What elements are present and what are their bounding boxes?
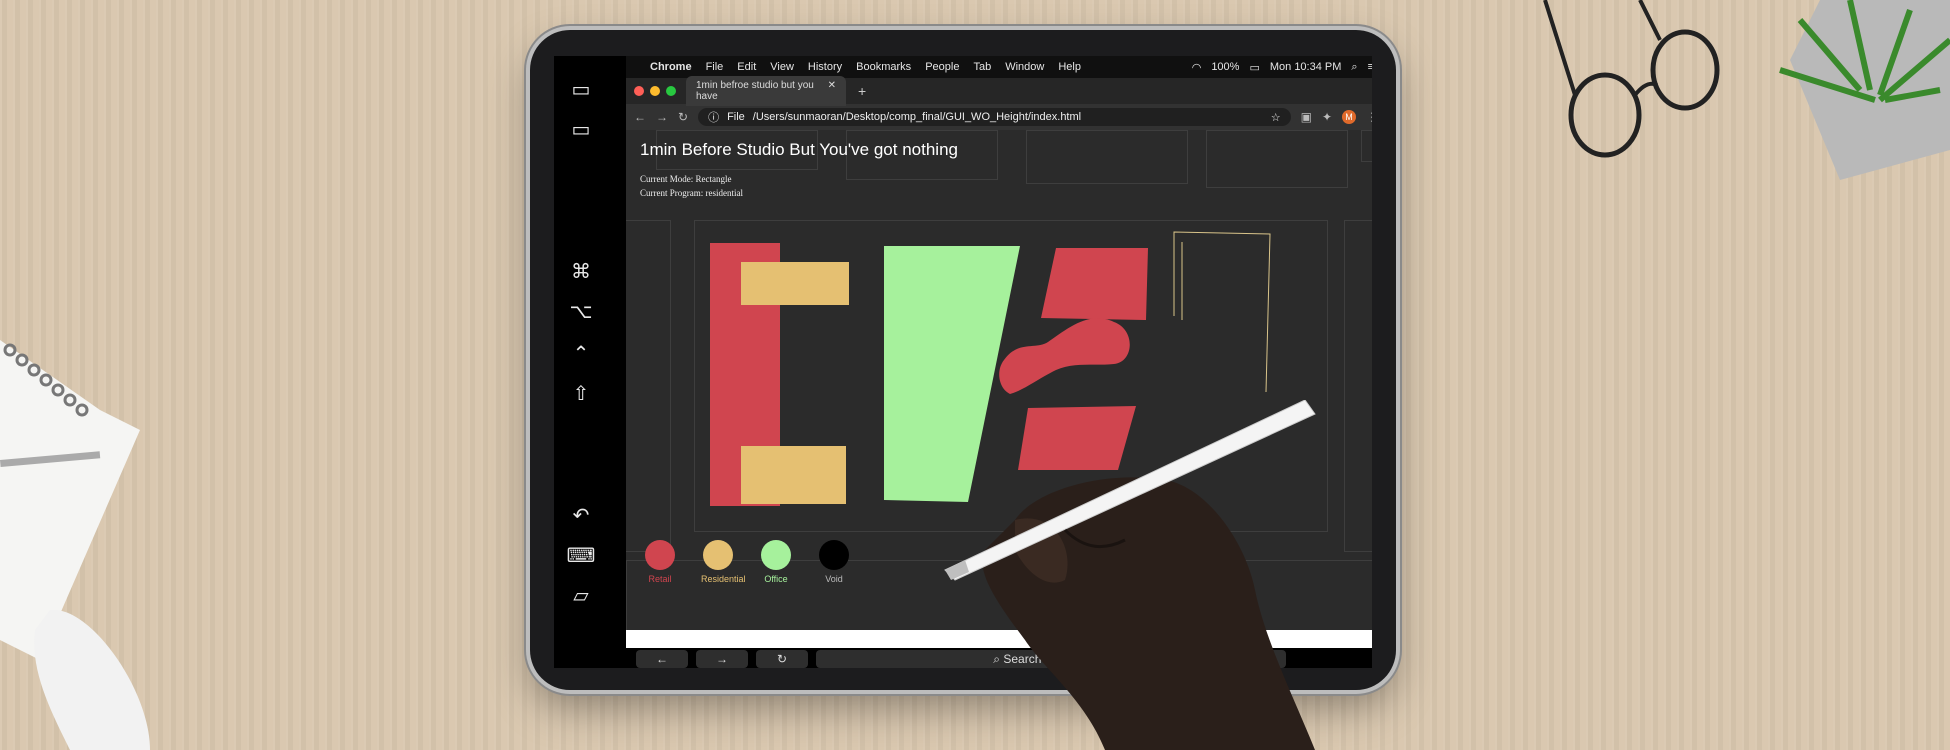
menu-people[interactable]: People — [925, 61, 959, 73]
profile-avatar[interactable]: M — [1342, 110, 1356, 124]
program-swatch-office[interactable]: Office — [759, 540, 793, 584]
residential-rectangle — [741, 262, 849, 305]
maximize-window-button[interactable] — [666, 86, 676, 96]
info-icon[interactable]: ⓘ — [708, 109, 719, 125]
undo-icon[interactable]: ↶ — [566, 500, 596, 530]
bottom-forward-button[interactable]: → — [696, 650, 748, 668]
menu-bookmarks[interactable]: Bookmarks — [856, 61, 911, 73]
window-controls — [634, 86, 676, 96]
reload-icon[interactable]: ↻ — [678, 110, 688, 124]
battery-icon[interactable]: ▭ — [1249, 61, 1259, 74]
browser-tab[interactable]: 1min befroe studio but you have ✕ — [686, 76, 846, 106]
residential-color-icon — [703, 540, 733, 570]
url-scheme: File — [727, 111, 745, 123]
extension-icon[interactable]: ▣ — [1301, 110, 1312, 124]
wifi-icon[interactable]: ◠ — [1192, 61, 1202, 74]
menu-help[interactable]: Help — [1058, 61, 1081, 73]
url-text: /Users/sunmaoran/Desktop/comp_final/GUI_… — [752, 111, 1082, 123]
swatch-label: Void — [825, 574, 843, 584]
swatch-label: Residential — [701, 574, 746, 584]
program-swatch-void[interactable]: Void — [817, 540, 851, 584]
command-key-icon[interactable]: ⌘ — [566, 256, 596, 286]
menu-window[interactable]: Window — [1005, 61, 1044, 73]
notification-center-icon[interactable]: ≡ — [1368, 61, 1372, 73]
keyboard-icon[interactable]: ⌨ — [566, 540, 596, 570]
more-menu-icon[interactable]: ⋮ — [1366, 110, 1372, 124]
forward-icon[interactable]: → — [656, 110, 668, 124]
hand-holding-pencil — [944, 400, 1316, 750]
bottom-back-button[interactable]: ← — [636, 650, 688, 668]
option-key-icon[interactable]: ⌥ — [566, 296, 596, 326]
plant-icon — [1779, 0, 1950, 180]
retail-freeform — [999, 318, 1130, 394]
url-bar: ← → ↻ ⓘ File /Users/sunmaoran/Desktop/co… — [626, 104, 1372, 130]
swatch-label: Office — [764, 574, 788, 584]
battery-percent: 100% — [1211, 61, 1240, 73]
tab-bar: 1min befroe studio but you have ✕ + — [626, 76, 1372, 106]
outline-polyline — [1173, 231, 1271, 393]
void-color-icon — [819, 540, 849, 570]
mouse-icon — [34, 610, 150, 750]
menu-view[interactable]: View — [770, 61, 794, 73]
extension-icon[interactable]: ✦ — [1322, 110, 1332, 124]
new-tab-icon[interactable]: + — [858, 83, 866, 99]
tab-title: 1min befroe studio but you have — [696, 80, 814, 102]
office-color-icon — [761, 540, 791, 570]
close-window-button[interactable] — [634, 86, 644, 96]
menu-file[interactable]: File — [706, 61, 724, 73]
residential-rectangle — [741, 446, 846, 504]
shift-key-icon[interactable]: ⇧ — [566, 378, 596, 408]
menu-history[interactable]: History — [808, 61, 842, 73]
retail-polygon — [1041, 248, 1148, 320]
eyeglasses-icon — [1543, 0, 1720, 158]
menu-edit[interactable]: Edit — [737, 61, 756, 73]
bottom-reload-button[interactable]: ↻ — [756, 650, 808, 668]
bookmark-star-icon[interactable]: ☆ — [1271, 111, 1281, 124]
mac-menubar: Chrome File Edit View History Bookmarks … — [626, 56, 1372, 78]
disconnect-icon[interactable]: ▱ — [566, 580, 596, 610]
show-dock-icon[interactable]: ▭ — [566, 114, 596, 144]
control-key-icon[interactable]: ⌃ — [566, 338, 596, 368]
sidecar-sidebar: ▭ ▭ ⌘ ⌥ ⌃ ⇧ ↶ ⌨ ▱ — [554, 56, 608, 668]
clock[interactable]: Mon 10:34 PM — [1270, 61, 1342, 73]
address-field[interactable]: ⓘ File /Users/sunmaoran/Desktop/comp_fin… — [698, 108, 1291, 126]
show-menubar-icon[interactable]: ▭ — [566, 74, 596, 104]
spotlight-icon[interactable]: ⌕ — [1351, 61, 1357, 74]
menu-app-name[interactable]: Chrome — [650, 61, 692, 73]
program-swatch-residential[interactable]: Residential — [701, 540, 746, 584]
menu-tab[interactable]: Tab — [973, 61, 991, 73]
back-icon[interactable]: ← — [634, 110, 646, 124]
program-swatch-retail[interactable]: Retail — [643, 540, 677, 584]
close-tab-icon[interactable]: ✕ — [828, 80, 836, 102]
retail-color-icon — [645, 540, 675, 570]
swatch-label: Retail — [648, 574, 672, 584]
status-area: ◠ 100% ▭ Mon 10:34 PM ⌕ ≡ — [1192, 61, 1372, 74]
minimize-window-button[interactable] — [650, 86, 660, 96]
